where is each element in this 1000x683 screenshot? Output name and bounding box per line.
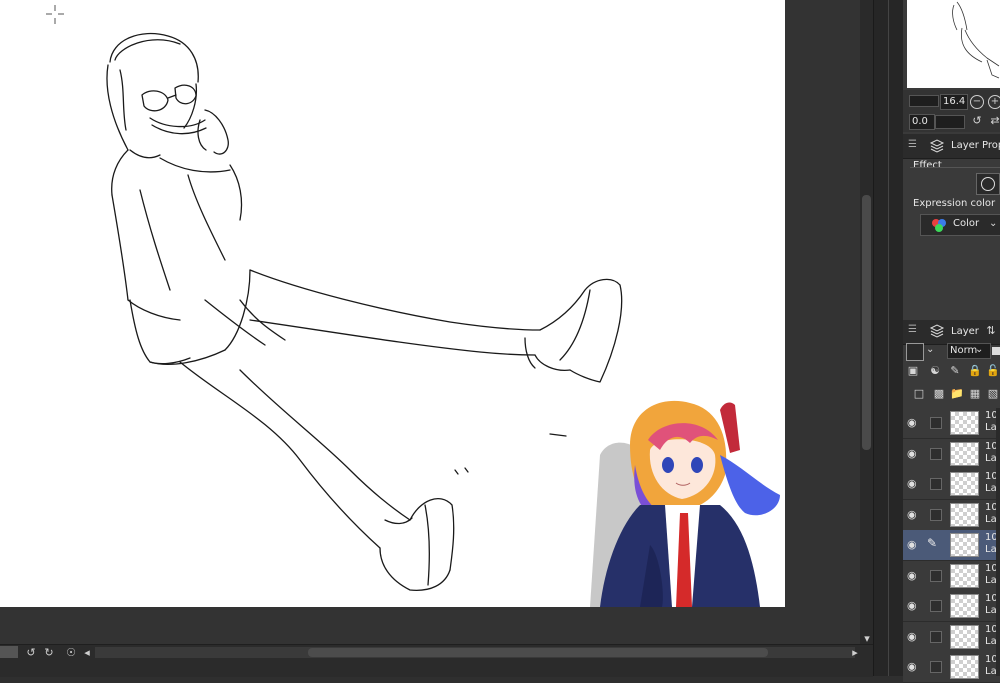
chevron-down-icon: ⌄ [989, 218, 998, 229]
border-effect-button[interactable] [976, 173, 1000, 195]
layer-panel-menu-icon[interactable]: ☰ [908, 324, 917, 335]
panel-menu-icon[interactable]: ☰ [908, 139, 917, 150]
layer-lock-checkbox[interactable] [930, 478, 942, 490]
scroll-left-arrow-icon[interactable]: ◂ [80, 646, 94, 660]
zoom-value-field[interactable]: 16.4 [940, 94, 968, 110]
layer-row[interactable]: ◉100Lay [903, 439, 1000, 470]
layer-panel-tab[interactable]: Layer [951, 326, 979, 337]
layer-thumbnail [950, 564, 979, 588]
layer-lock-checkbox[interactable] [930, 631, 942, 643]
scroll-right-arrow-icon[interactable]: ▸ [848, 646, 862, 660]
layer-lock-checkbox[interactable] [930, 448, 942, 460]
layer-clip-icon[interactable]: ▣ [906, 364, 920, 378]
rotate-value-field[interactable]: 0.0 [909, 114, 935, 130]
blend-mode-dropdown[interactable]: Norm [947, 343, 991, 359]
layer-row[interactable]: ◉✎100Lay [903, 530, 1000, 561]
character-model-image [590, 400, 780, 607]
layer-property-icon [928, 137, 948, 155]
layer-row[interactable]: ◉100Lay [903, 500, 1000, 531]
circle-effect-icon [981, 177, 995, 191]
layer-property-tab[interactable]: Layer Prope [951, 140, 1000, 151]
splitter-line [888, 0, 889, 676]
lock-transparency-icon[interactable]: 🔓 [986, 364, 1000, 378]
visibility-eye-icon[interactable]: ◉ [907, 569, 917, 582]
navigator-sketch-thumbnail [952, 1, 1000, 79]
expression-color-dropdown[interactable]: Color ⌄ [920, 214, 1000, 236]
layer-lock-checkbox[interactable] [930, 417, 942, 429]
layer-row[interactable]: ◉100Lay [903, 622, 1000, 653]
reference-layer-icon[interactable]: ☯ [928, 364, 942, 378]
layer-row[interactable]: ◉100Lay [903, 652, 1000, 683]
reset-rotation-icon[interactable]: ☉ [64, 646, 78, 660]
new-folder-icon[interactable]: 📁 [950, 387, 964, 401]
layer-thumbnail [950, 594, 979, 618]
flip-icon[interactable]: ⇄ [988, 114, 1000, 128]
rotate-right-icon[interactable]: ↻ [42, 646, 56, 660]
zoom-out-icon[interactable]: − [970, 95, 984, 109]
layer-lock-checkbox[interactable] [930, 509, 942, 521]
layer-thumbnail [950, 442, 979, 466]
merge-layer-icon[interactable]: ▧ [986, 387, 1000, 401]
zoom-slider[interactable] [909, 95, 939, 107]
layer-search-icon[interactable]: ⇅ [984, 324, 998, 338]
layer-lock-checkbox[interactable] [930, 570, 942, 582]
canvas-vertical-scroll-thumb[interactable] [862, 195, 871, 450]
rotate-left-icon[interactable]: ↺ [24, 646, 38, 660]
transfer-layer-icon[interactable]: ▦ [968, 387, 982, 401]
effect-label: Effect [913, 160, 942, 171]
lock-layer-icon[interactable]: 🔒 [968, 364, 982, 378]
effect-divider [910, 167, 1000, 168]
reset-rotate-icon[interactable]: ↺ [970, 114, 984, 128]
expression-color-label: Expression color [913, 198, 996, 209]
layer-thumbnail [950, 533, 979, 557]
layer-row[interactable]: ◉100Lay [903, 469, 1000, 500]
layer-lock-checkbox[interactable] [930, 661, 942, 673]
new-raster-layer-icon[interactable]: □ [912, 387, 926, 401]
layer-thumbnail [950, 503, 979, 527]
layer-color-button[interactable] [906, 343, 924, 361]
drawing-canvas[interactable] [0, 0, 785, 607]
visibility-eye-icon[interactable]: ◉ [907, 538, 917, 551]
layer-thumbnail [950, 655, 979, 679]
visibility-eye-icon[interactable]: ◉ [907, 416, 917, 429]
layer-list-scrollbar[interactable] [996, 408, 1000, 676]
expression-color-value: Color [953, 218, 980, 229]
canvas-thumbnail-icon[interactable] [0, 646, 18, 658]
new-vector-layer-icon[interactable]: ▩ [932, 387, 946, 401]
visibility-eye-icon[interactable]: ◉ [907, 477, 917, 490]
visibility-eye-icon[interactable]: ◉ [907, 599, 917, 612]
blend-mode-chevron-icon: ⌄ [975, 344, 984, 355]
opacity-swatch[interactable] [992, 347, 1000, 355]
layer-thumbnail [950, 472, 979, 496]
canvas-horizontal-scroll-thumb[interactable] [308, 648, 768, 657]
layer-thumbnail [950, 411, 979, 435]
visibility-eye-icon[interactable]: ◉ [907, 508, 917, 521]
editing-pen-icon: ✎ [927, 536, 938, 550]
layer-row[interactable]: ◉100Lay [903, 591, 1000, 622]
visibility-eye-icon[interactable]: ◉ [907, 447, 917, 460]
layer-lock-checkbox[interactable] [930, 600, 942, 612]
navigator-preview[interactable] [907, 0, 1000, 88]
visibility-eye-icon[interactable]: ◉ [907, 660, 917, 673]
chevron-down-icon[interactable]: ⌄ [926, 344, 934, 355]
visibility-eye-icon[interactable]: ◉ [907, 630, 917, 643]
rotate-slider[interactable] [935, 115, 965, 129]
layer-thumbnail [950, 625, 979, 649]
zoom-in-icon[interactable]: + [988, 95, 1000, 109]
layer-stack-icon [928, 322, 948, 340]
draft-layer-icon[interactable]: ✎ [948, 364, 962, 378]
layer-row[interactable]: ◉100Lay [903, 561, 1000, 592]
layer-row[interactable]: ◉100Lay [903, 408, 1000, 439]
color-wheel-icon [932, 219, 946, 232]
